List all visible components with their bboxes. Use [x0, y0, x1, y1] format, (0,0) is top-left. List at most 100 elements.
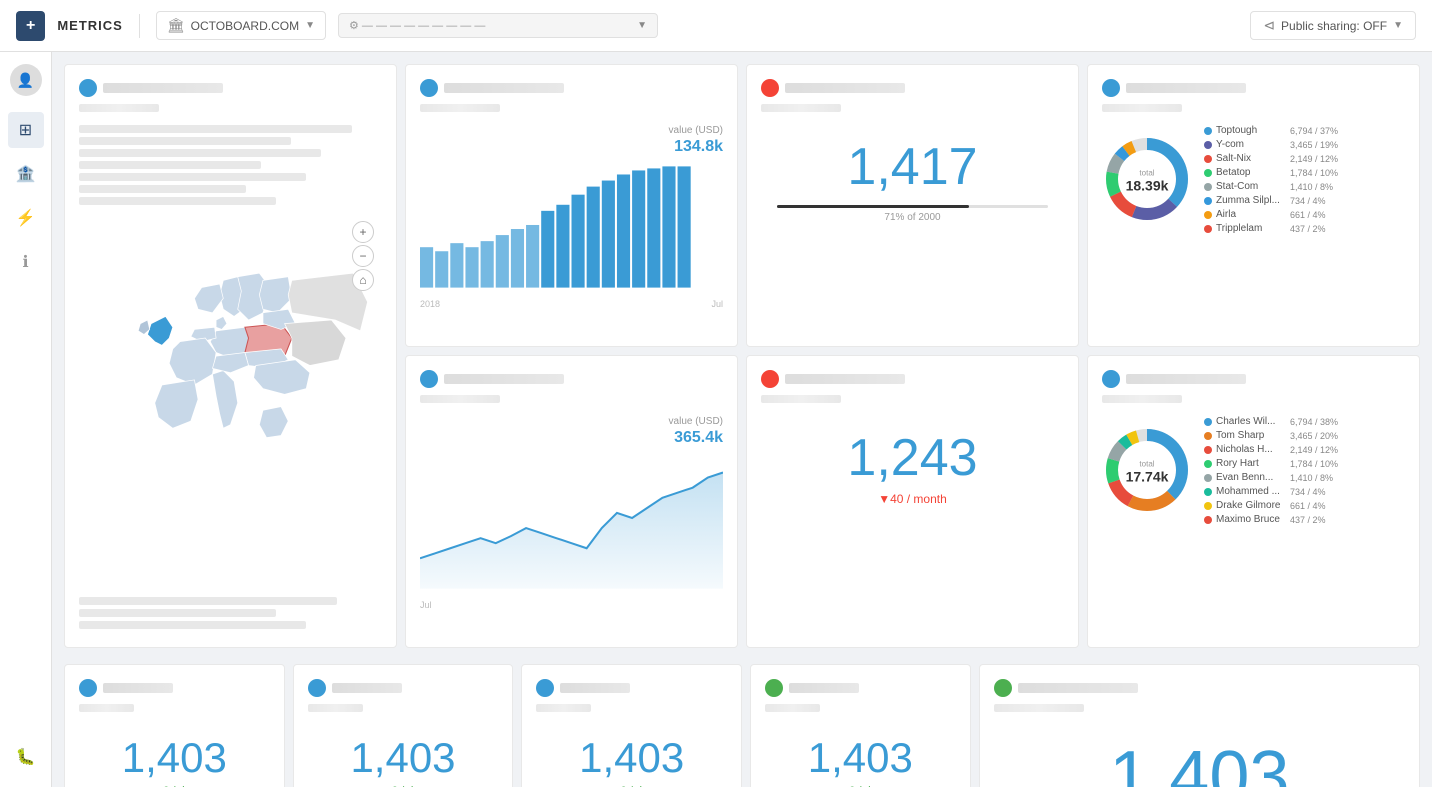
donut-bottom-legend: Charles Wil... 6,794 / 38% Tom Sharp 3,4…	[1204, 416, 1405, 528]
avatar[interactable]: 👤	[10, 64, 42, 96]
donut-bottom-title	[1126, 374, 1246, 384]
metric-mid-change: ▼40 / month	[761, 492, 1064, 506]
bar-chart-icon	[420, 79, 438, 97]
bottom-card-0-title-area	[79, 679, 270, 717]
b-legend-dot-1	[1204, 432, 1212, 440]
line-chart-area	[420, 473, 723, 589]
donut-top-svg-wrap: total 18.39k	[1102, 134, 1192, 229]
bottom-card-3-icon	[765, 679, 783, 697]
metric-mid-card: 1,243 ▼40 / month	[746, 355, 1079, 648]
line-chart-value-label: value (USD)	[420, 416, 723, 427]
public-sharing-label: Public sharing: OFF	[1281, 19, 1387, 33]
legend-dot-4	[1204, 183, 1212, 191]
bottom-card-2-subtitle	[536, 704, 591, 712]
metric-top-progress-fill	[777, 205, 969, 208]
bottom-card-4-title-area	[994, 679, 1405, 717]
b-legend-dot-6	[1204, 502, 1212, 510]
metric-mid-icon	[761, 370, 779, 388]
b-legend-dot-7	[1204, 516, 1212, 524]
legend-name-4: Stat-Com	[1216, 181, 1286, 192]
legend-line-3	[79, 149, 321, 157]
map-zoom-out[interactable]: −	[352, 245, 374, 267]
bottom-card-3-title-area	[765, 679, 956, 717]
bottom-card-1: 1,403 ▲0 / day	[293, 664, 514, 787]
metric-top-value: 1,417	[761, 141, 1064, 193]
sidebar-item-info[interactable]: ℹ	[8, 244, 44, 280]
bar-chart-value-label: value (USD)	[420, 125, 723, 136]
b-legend-nums-1: 3,465 / 20%	[1290, 431, 1338, 441]
sidebar-item-dashboard[interactable]: ⊞	[8, 112, 44, 148]
bottom-card-1-subtitle	[308, 704, 363, 712]
b-legend-dot-2	[1204, 446, 1212, 454]
bottom-card-0-value: 1,403	[79, 737, 270, 779]
bar-chart-card: value (USD) 134.8k	[405, 64, 738, 347]
dashboard-selector[interactable]: ⚙ — — — — — — — — — ▼	[338, 13, 658, 38]
b-legend-nums-4: 1,410 / 8%	[1290, 473, 1333, 483]
b-legend-item-1: Tom Sharp 3,465 / 20%	[1204, 430, 1405, 441]
sharing-dropdown-icon: ▼	[1393, 20, 1403, 31]
legend-dot-2	[1204, 155, 1212, 163]
sidebar-item-bank[interactable]: 🏦	[8, 156, 44, 192]
map-controls: + − ⌂	[352, 221, 374, 291]
map-zoom-in[interactable]: +	[352, 221, 374, 243]
b-legend-nums-6: 661 / 4%	[1290, 501, 1326, 511]
donut-top-area: total 18.39k Toptough 6,794 / 37% Y-com	[1102, 125, 1405, 237]
map-card-subtitle	[79, 104, 159, 112]
b-legend-item-5: Mohammed ... 734 / 4%	[1204, 486, 1405, 497]
bottom-card-0-subtitle	[79, 704, 134, 712]
b-legend-item-2: Nicholas H... 2,149 / 12%	[1204, 444, 1405, 455]
bottom-card-2: 1,403 ▲0 / day	[521, 664, 742, 787]
line-chart-title	[444, 374, 564, 384]
legend-nums-1: 3,465 / 19%	[1290, 140, 1338, 150]
add-button[interactable]: +	[16, 11, 45, 41]
legend-name-2: Salt-Nix	[1216, 153, 1286, 164]
sidebar-item-lightning[interactable]: ⚡	[8, 200, 44, 236]
sidebar-item-bug[interactable]: 🐛	[8, 739, 44, 775]
legend-item-3: Betatop 1,784 / 10%	[1204, 167, 1405, 178]
donut-bottom-svg-wrap: total 17.74k	[1102, 425, 1192, 520]
metric-top-card: 1,417 71% of 2000	[746, 64, 1079, 347]
selector-text: ⚙ — — — — — — — — —	[349, 19, 637, 32]
bottom-card-3-value: 1,403	[765, 737, 956, 779]
legend-dot-3	[1204, 169, 1212, 177]
donut-top-center-value: 18.39k	[1126, 178, 1169, 194]
bottom-card-2-value: 1,403	[536, 737, 727, 779]
org-icon: 🏛	[167, 17, 185, 34]
b-legend-nums-2: 2,149 / 12%	[1290, 445, 1338, 455]
b-legend-name-3: Rory Hart	[1216, 458, 1286, 469]
donut-top-center: total 18.39k	[1126, 169, 1169, 194]
line-chart-svg	[420, 453, 723, 593]
b-legend-name-6: Drake Gilmore	[1216, 500, 1286, 511]
map-bottom-lines	[79, 597, 382, 629]
bottom-card-2-icon-row	[536, 679, 727, 697]
b-legend-dot-5	[1204, 488, 1212, 496]
legend-item-7: Tripplelam 437 / 2%	[1204, 223, 1405, 234]
donut-bottom-area: total 17.74k Charles Wil... 6,794 / 38%	[1102, 416, 1405, 528]
bottom-card-0-title	[103, 683, 173, 693]
line-chart-icon-row	[420, 370, 723, 388]
legend-item-1: Y-com 3,465 / 19%	[1204, 139, 1405, 150]
b-legend-item-3: Rory Hart 1,784 / 10%	[1204, 458, 1405, 469]
metric-mid-title	[785, 374, 905, 384]
nav-divider	[139, 14, 140, 38]
donut-bottom-icon	[1102, 370, 1120, 388]
bottom-legend-line-3	[79, 621, 306, 629]
donut-bottom-center-label: total	[1126, 460, 1169, 469]
public-sharing-toggle[interactable]: ⊲ Public sharing: OFF ▼	[1250, 11, 1416, 40]
legend-dot-6	[1204, 211, 1212, 219]
bottom-card-2-title	[560, 683, 630, 693]
donut-bottom-card: total 17.74k Charles Wil... 6,794 / 38%	[1087, 355, 1420, 648]
b-legend-name-5: Mohammed ...	[1216, 486, 1286, 497]
donut-bottom-icon-row	[1102, 370, 1405, 388]
metric-top-progress-label: 71% of 2000	[761, 212, 1064, 223]
map-home[interactable]: ⌂	[352, 269, 374, 291]
org-selector[interactable]: 🏛 OCTOBOARD.COM ▼	[156, 11, 326, 40]
bottom-card-1-icon-row	[308, 679, 499, 697]
legend-dot-0	[1204, 127, 1212, 135]
legend-name-3: Betatop	[1216, 167, 1286, 178]
legend-item-0: Toptough 6,794 / 37%	[1204, 125, 1405, 136]
legend-item-2: Salt-Nix 2,149 / 12%	[1204, 153, 1405, 164]
bottom-card-1-icon	[308, 679, 326, 697]
bottom-card-1-title	[332, 683, 402, 693]
metric-mid-title-area	[761, 370, 1064, 408]
